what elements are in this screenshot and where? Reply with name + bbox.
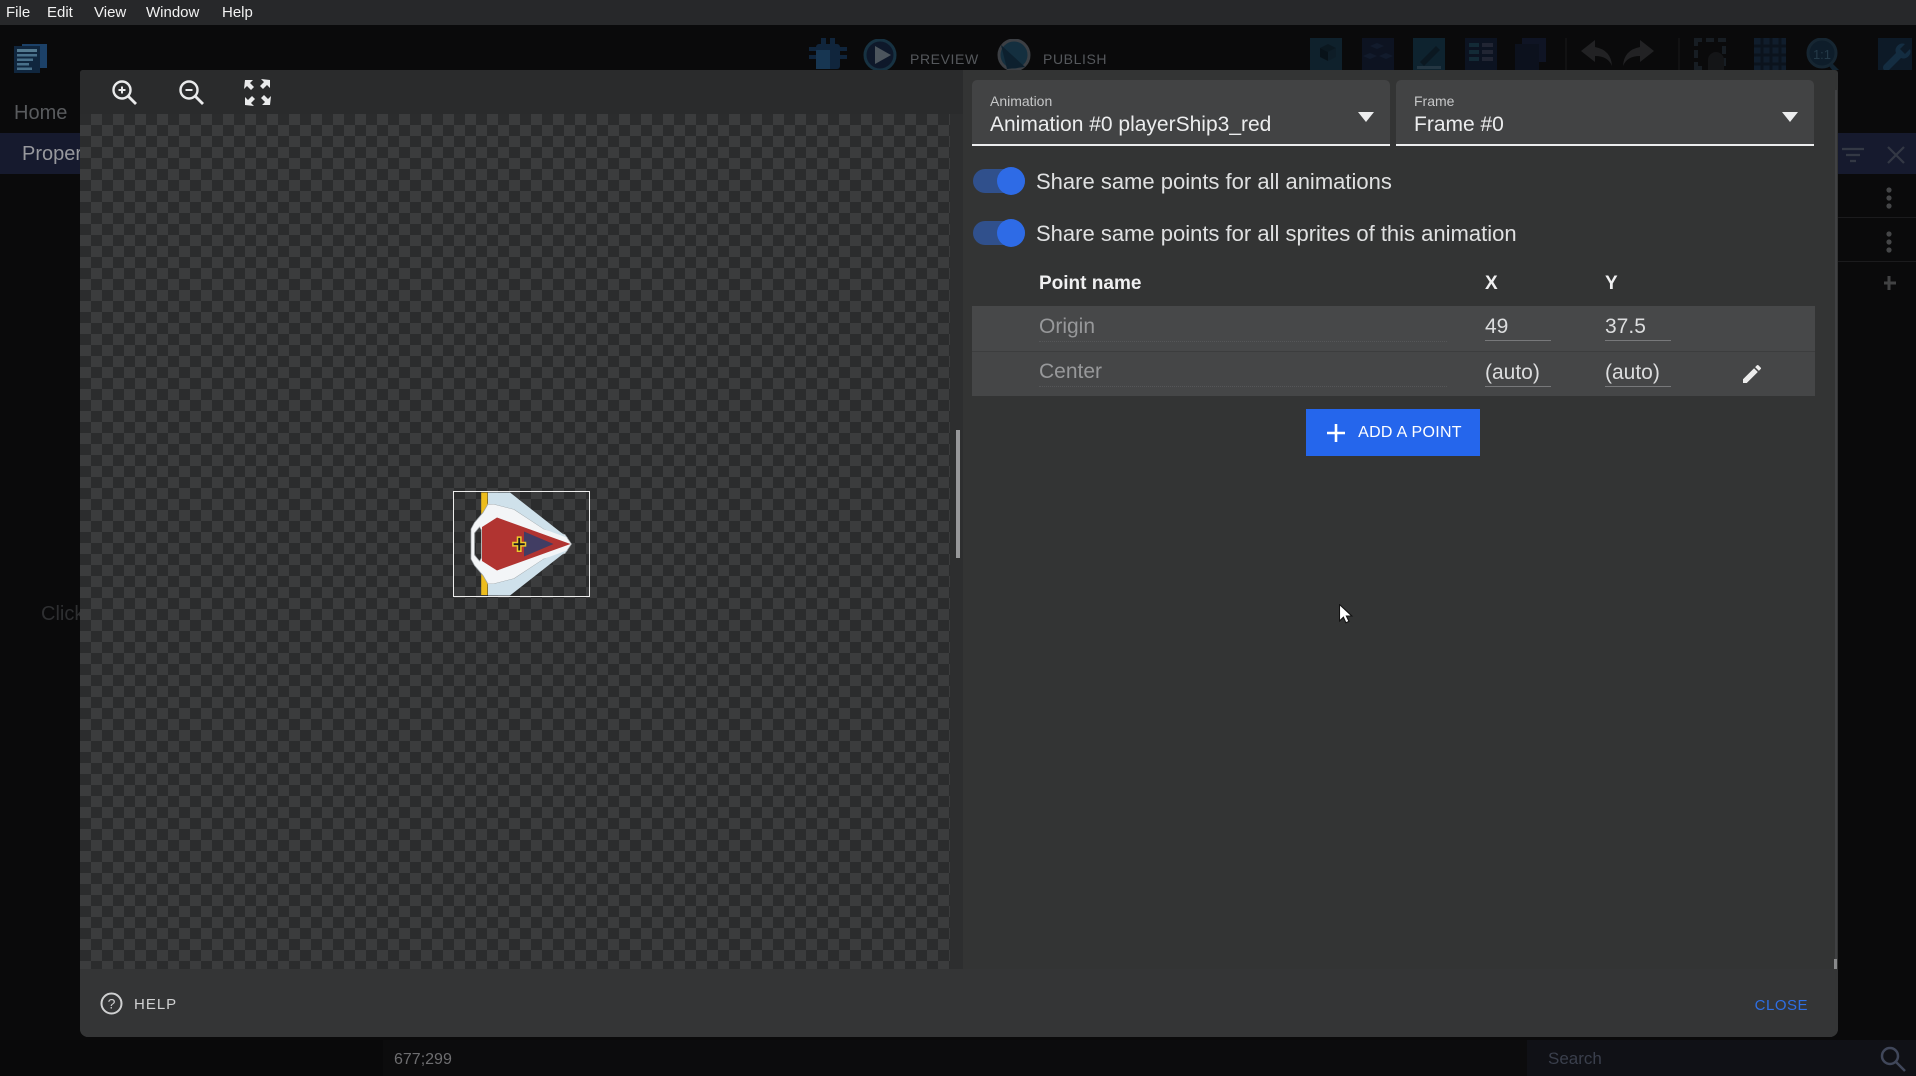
svg-text:1:1: 1:1: [1813, 47, 1831, 62]
svg-text:?: ?: [108, 996, 116, 1012]
